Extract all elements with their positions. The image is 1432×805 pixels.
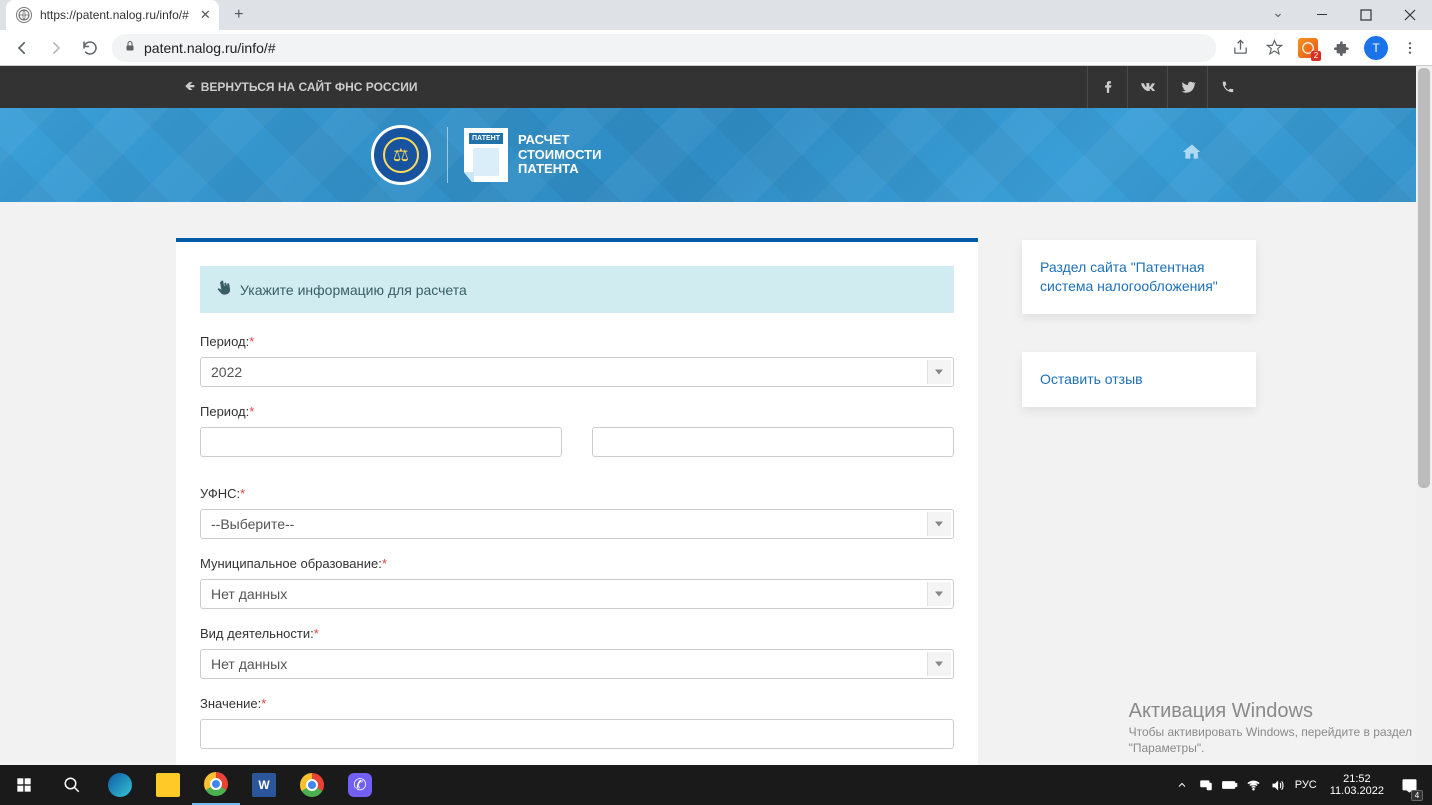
activity-select[interactable]: Нет данных	[200, 649, 954, 679]
browser-tab[interactable]: https://patent.nalog.ru/info/# ✕	[6, 0, 219, 30]
info-box: Укажите информацию для расчета	[200, 266, 954, 313]
facebook-icon[interactable]	[1087, 66, 1127, 108]
nav-buttons	[8, 34, 104, 62]
start-button[interactable]	[0, 765, 48, 805]
notification-center[interactable]: 4	[1392, 765, 1426, 805]
sidebar: Раздел сайта "Патентная система налогооб…	[1022, 238, 1256, 765]
banner-title: РАСЧЕТ СТОИМОСТИ ПАТЕНТА	[518, 133, 601, 178]
back-link-label: ВЕРНУТЬСЯ НА САЙТ ФНС РОССИИ	[201, 80, 418, 94]
extension-icon[interactable]: 2	[1294, 34, 1322, 62]
back-to-fns-link[interactable]: 🡸 ВЕРНУТЬСЯ НА САЙТ ФНС РОССИИ	[185, 77, 418, 98]
info-text: Укажите информацию для расчета	[240, 282, 467, 298]
chrome-menu-icon[interactable]	[1396, 34, 1424, 62]
field-ufns: УФНС:* --Выберите--	[200, 485, 954, 539]
patent-document-icon: ПАТЕНТ	[464, 128, 508, 182]
period-year-select[interactable]: 2022	[200, 357, 954, 387]
top-bar: 🡸 ВЕРНУТЬСЯ НА САЙТ ФНС РОССИИ	[0, 66, 1432, 108]
municipal-select[interactable]: Нет данных	[200, 579, 954, 609]
field-label: Значение:*	[200, 696, 266, 711]
bookmark-icon[interactable]	[1260, 34, 1288, 62]
arrow-left-icon: 🡸	[185, 77, 195, 98]
taskbar-chrome[interactable]	[192, 765, 240, 805]
field-period-year: Период:* 2022	[200, 333, 954, 387]
fns-logo: ⚖	[371, 125, 431, 185]
field-label: Вид деятельности:*	[200, 626, 319, 641]
field-value: Значение:*	[200, 695, 954, 749]
extensions-menu-icon[interactable]	[1328, 34, 1356, 62]
tray-language[interactable]: РУС	[1290, 765, 1322, 805]
tray-devices-icon[interactable]	[1194, 765, 1218, 805]
sidebar-card-patent-info[interactable]: Раздел сайта "Патентная система налогооб…	[1022, 240, 1256, 314]
new-tab-button[interactable]: +	[227, 6, 251, 24]
taskbar-word[interactable]: W	[240, 765, 288, 805]
field-activity: Вид деятельности:* Нет данных	[200, 625, 954, 679]
scrollbar-thumb[interactable]	[1418, 68, 1430, 488]
sidebar-card-feedback[interactable]: Оставить отзыв	[1022, 352, 1256, 407]
phone-icon[interactable]	[1207, 66, 1247, 108]
address-input[interactable]: patent.nalog.ru/info/#	[112, 34, 1216, 62]
minimize-button[interactable]	[1300, 0, 1344, 30]
divider	[447, 127, 448, 183]
globe-icon	[16, 7, 32, 23]
ufns-select[interactable]: --Выберите--	[200, 509, 954, 539]
field-municipal: Муниципальное образование:* Нет данных	[200, 555, 954, 609]
tray-volume-icon[interactable]	[1266, 765, 1290, 805]
taskbar-clock[interactable]: 21:52 11.03.2022	[1322, 773, 1392, 797]
hand-pointer-icon	[214, 279, 233, 300]
close-button[interactable]	[1388, 0, 1432, 30]
tray-battery-icon[interactable]	[1218, 765, 1242, 805]
taskbar-edge[interactable]	[96, 765, 144, 805]
field-period-range: Период:*	[200, 403, 954, 457]
twitter-icon[interactable]	[1167, 66, 1207, 108]
maximize-button[interactable]	[1344, 0, 1388, 30]
window-controls	[1256, 0, 1432, 30]
taskbar-viber[interactable]: ✆	[336, 765, 384, 805]
banner: ⚖ ПАТЕНТ РАСЧЕТ СТОИМОСТИ ПАТЕНТА	[0, 108, 1432, 202]
period-start-input[interactable]	[200, 427, 562, 457]
search-button[interactable]	[48, 765, 96, 805]
tab-title: https://patent.nalog.ru/info/#	[40, 8, 189, 22]
taskbar: W ✆ РУС 21:52 11.03.2022 4	[0, 765, 1432, 805]
field-label: УФНС:*	[200, 486, 245, 501]
field-label: Период:*	[200, 404, 254, 419]
chevron-down-icon[interactable]	[1256, 0, 1300, 30]
tray-wifi-icon[interactable]	[1242, 765, 1266, 805]
patent-logo: ПАТЕНТ РАСЧЕТ СТОИМОСТИ ПАТЕНТА	[464, 128, 601, 182]
sidebar-link: Оставить отзыв	[1040, 371, 1143, 387]
reload-button[interactable]	[76, 34, 104, 62]
extension-badge: 2	[1311, 51, 1321, 61]
value-input[interactable]	[200, 719, 954, 749]
taskbar-explorer[interactable]	[144, 765, 192, 805]
field-label: Период:*	[200, 334, 254, 349]
notification-badge: 4	[1411, 790, 1423, 801]
address-bar: patent.nalog.ru/info/# 2 T	[0, 30, 1432, 66]
main-form-card: Укажите информацию для расчета Период:* …	[176, 238, 978, 765]
page-content: 🡸 ВЕРНУТЬСЯ НА САЙТ ФНС РОССИИ ⚖ ПАТЕНТ	[0, 66, 1432, 765]
sidebar-link: Раздел сайта "Патентная система налогооб…	[1040, 259, 1218, 294]
toolbar-right: 2 T	[1226, 34, 1424, 62]
field-label: Муниципальное образование:*	[200, 556, 387, 571]
forward-button[interactable]	[42, 34, 70, 62]
vk-icon[interactable]	[1127, 66, 1167, 108]
share-icon[interactable]	[1226, 34, 1254, 62]
taskbar-chrome-2[interactable]	[288, 765, 336, 805]
tab-close-icon[interactable]: ✕	[200, 7, 211, 23]
browser-tab-bar: https://patent.nalog.ru/info/# ✕ +	[0, 0, 1432, 30]
back-button[interactable]	[8, 34, 36, 62]
profile-avatar[interactable]: T	[1362, 34, 1390, 62]
tray-chevron-icon[interactable]	[1170, 765, 1194, 805]
social-links	[1087, 66, 1247, 108]
home-icon[interactable]	[1182, 142, 1202, 168]
url-text: patent.nalog.ru/info/#	[144, 40, 276, 56]
period-end-input[interactable]	[592, 427, 954, 457]
lock-icon	[124, 39, 136, 56]
